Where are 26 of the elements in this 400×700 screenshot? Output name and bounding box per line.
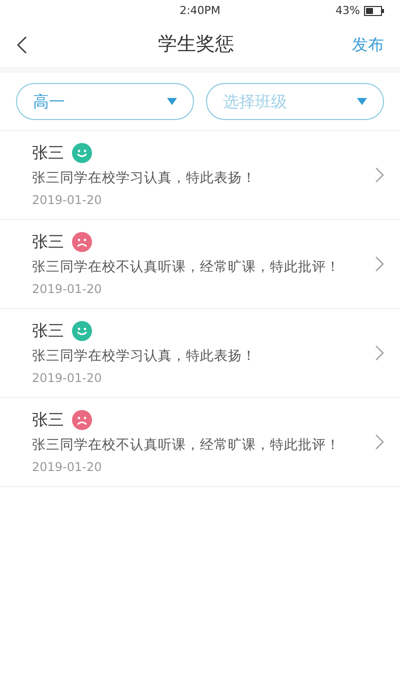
chevron-right-icon: [375, 167, 384, 183]
record-description: 张三同学在校不认真听课，经常旷课，特此批评！: [32, 258, 340, 277]
page-title: 学生奖惩: [158, 32, 234, 58]
chevron-right-icon: [375, 256, 384, 272]
record-description: 张三同学在校学习认真，特此表扬！: [32, 168, 256, 188]
student-name: 张三: [32, 230, 64, 253]
record-row[interactable]: 张三 张三同学在校学习认真，特此表扬！ 2019-01-20: [0, 309, 400, 398]
battery-icon: [364, 6, 384, 16]
student-name: 张三: [32, 142, 64, 164]
record-date: 2019-01-20: [32, 192, 103, 210]
caret-icon: [357, 98, 367, 105]
record-date: 2019-01-20: [32, 370, 103, 388]
student-name: 张三: [32, 320, 64, 342]
record-row[interactable]: 张三 张三同学在校学习认真，特此表扬！ 2019-01-20: [0, 131, 400, 220]
record-date: 2019-01-20: [32, 281, 103, 298]
record-date: 2019-01-20: [32, 459, 103, 476]
record-row[interactable]: 张三 张三同学在校不认真听课，经常旷课，特此批评！ 2019-01-20: [0, 398, 400, 487]
student-name: 张三: [32, 408, 64, 431]
status-time: 2:40PM: [180, 2, 220, 19]
record-description: 张三同学在校不认真听课，经常旷课，特此批评！: [32, 436, 340, 455]
caret-icon: [167, 98, 177, 105]
battery-percentage: 43%: [336, 2, 360, 19]
record-description: 张三同学在校学习认真，特此表扬！: [32, 346, 256, 366]
chevron-right-icon: [375, 345, 384, 361]
record-row[interactable]: 张三 张三同学在校不认真听课，经常旷课，特此批评！ 2019-01-20: [0, 220, 400, 309]
chevron-right-icon: [375, 434, 384, 450]
